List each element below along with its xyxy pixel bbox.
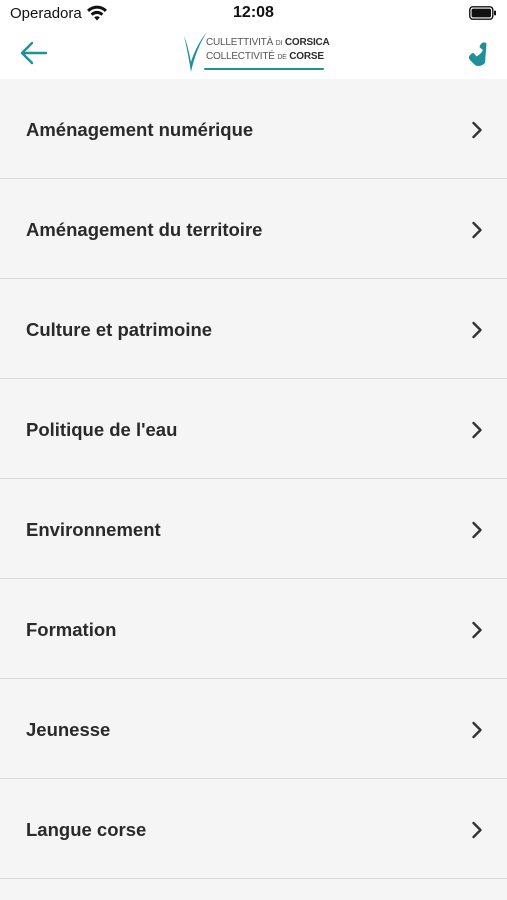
- category-list: Aménagement numérique Aménagement du ter…: [0, 79, 507, 879]
- collectivite-de-corse-logo: CULLETTIVITÀ DI CORSICA COLLECTIVITÉ DE …: [182, 28, 330, 76]
- chevron-right-icon: [472, 721, 482, 739]
- list-item-label: Jeunesse: [26, 719, 111, 740]
- list-item-formation[interactable]: Formation: [0, 579, 507, 679]
- list-item-amenagement-numerique[interactable]: Aménagement numérique: [0, 79, 507, 179]
- list-item-label: Culture et patrimoine: [26, 319, 213, 340]
- phone-icon[interactable]: [455, 35, 489, 69]
- logo-line-corsican: CULLETTIVITÀ DI CORSICA: [206, 37, 330, 48]
- navigation-bar: CULLETTIVITÀ DI CORSICA COLLECTIVITÉ DE …: [0, 28, 507, 79]
- list-item-environnement[interactable]: Environnement: [0, 479, 507, 579]
- list-item-label: Langue corse: [26, 819, 147, 840]
- chevron-right-icon: [472, 621, 482, 639]
- list-item-label: Formation: [26, 619, 117, 640]
- status-time: 12:08: [233, 4, 274, 21]
- chevron-right-icon: [472, 821, 482, 839]
- chevron-right-icon: [472, 521, 482, 539]
- status-bar: Operadora 12:08: [0, 0, 507, 28]
- list-item-langue-corse[interactable]: Langue corse: [0, 779, 507, 879]
- list-item-label: Politique de l'eau: [26, 419, 178, 440]
- arrow-left-icon[interactable]: [18, 38, 50, 68]
- list-item-politique-de-l-eau[interactable]: Politique de l'eau: [0, 379, 507, 479]
- logo-line-french: COLLECTIVITÉ DE CORSE: [206, 51, 324, 62]
- chevron-right-icon: [472, 321, 482, 339]
- logo-underline: [204, 68, 324, 70]
- chevron-right-icon: [472, 221, 482, 239]
- list-item-amenagement-du-territoire[interactable]: Aménagement du territoire: [0, 179, 507, 279]
- list-item-label: Aménagement numérique: [26, 119, 254, 140]
- chevron-right-icon: [472, 421, 482, 439]
- battery-icon: [469, 6, 496, 20]
- list-item-label: Environnement: [26, 519, 161, 540]
- list-item-jeunesse[interactable]: Jeunesse: [0, 679, 507, 779]
- list-item-culture-et-patrimoine[interactable]: Culture et patrimoine: [0, 279, 507, 379]
- list-item-label: Aménagement du territoire: [26, 219, 263, 240]
- chevron-right-icon: [472, 121, 482, 139]
